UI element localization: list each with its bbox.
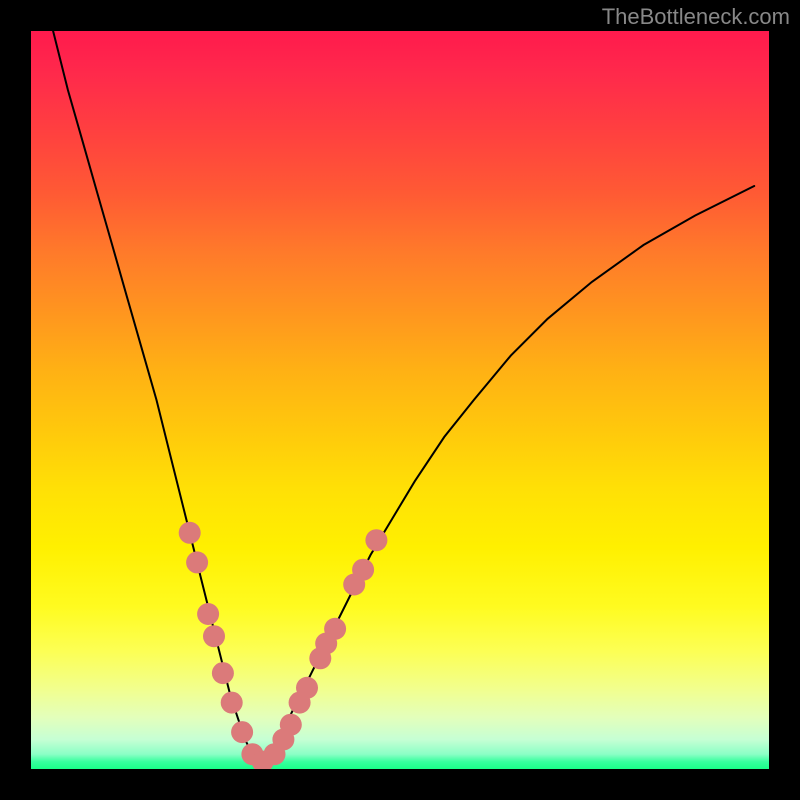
data-marker <box>179 522 201 544</box>
curve-left-branch <box>53 31 260 762</box>
data-marker <box>365 529 387 551</box>
chart-frame: TheBottleneck.com <box>0 0 800 800</box>
data-marker <box>212 662 234 684</box>
data-marker <box>203 625 225 647</box>
curve-right-branch <box>260 186 754 762</box>
data-marker <box>352 559 374 581</box>
curve-group <box>53 31 754 762</box>
data-marker <box>197 603 219 625</box>
data-marker <box>296 677 318 699</box>
curve-layer <box>31 31 769 769</box>
data-marker <box>221 692 243 714</box>
data-marker <box>186 551 208 573</box>
plot-area <box>31 31 769 769</box>
watermark-text: TheBottleneck.com <box>602 4 790 30</box>
marker-group <box>179 522 388 769</box>
data-marker <box>280 714 302 736</box>
data-marker <box>231 721 253 743</box>
data-marker <box>324 618 346 640</box>
